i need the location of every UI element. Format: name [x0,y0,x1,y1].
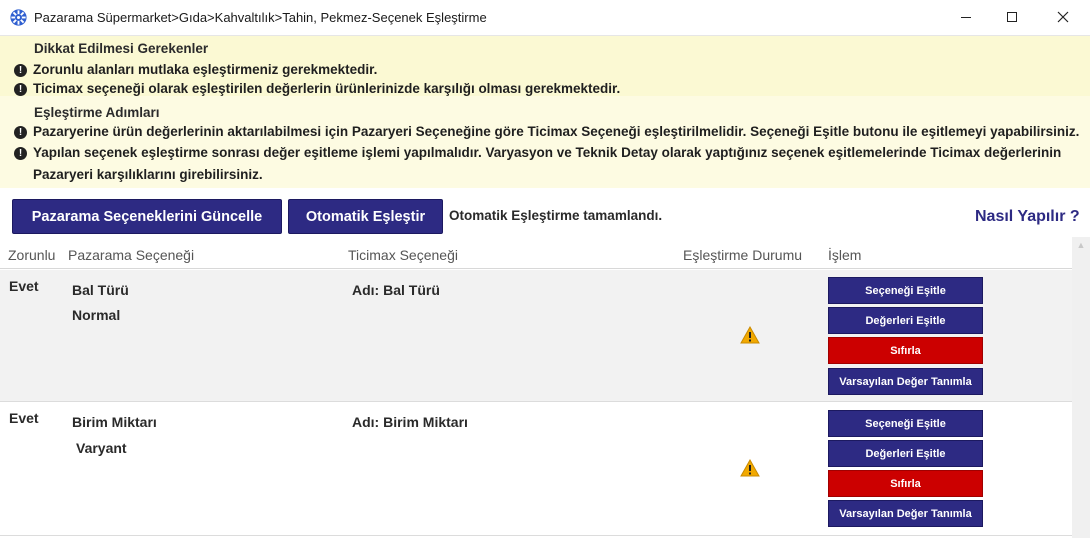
steps-notice: Eşleştirme Adımları ! Pazaryerine ürün d… [0,96,1090,188]
auto-match-button[interactable]: Otomatik Eşleştir [288,199,443,234]
maximize-icon [1007,12,1017,22]
ticimax-option: Adı: Bal Türü [352,282,440,298]
set-default-value-button[interactable]: Varsayılan Değer Tanımla [828,500,983,527]
warning-icon [740,459,760,477]
table-row: Evet Bal Türü Normal Adı: Bal Türü Seçen… [0,270,1072,402]
help-link[interactable]: Nasıl Yapılır ? [975,208,1080,226]
option-name: Bal Türü [72,282,129,298]
reset-button[interactable]: Sıfırla [828,470,983,497]
match-option-button[interactable]: Seçeneği Eşitle [828,277,983,304]
important-text: Zorunlu alanları mutlaka eşleştirmeniz g… [33,62,378,77]
match-option-button[interactable]: Seçeneği Eşitle [828,410,983,437]
exclamation-icon: ! [14,83,27,96]
table-row: Evet Birim Miktarı Varyant Adı: Birim Mi… [0,403,1072,536]
warning-icon [740,326,760,344]
column-header-ticimax-option: Ticimax Seçeneği [348,247,458,263]
important-line: ! Ticimax seçeneği olarak eşleştirilen d… [14,81,620,96]
minimize-icon [961,17,971,18]
important-line: ! Zorunlu alanları mutlaka eşleştirmeniz… [14,62,377,77]
exclamation-icon: ! [14,147,27,160]
steps-line: ! Pazaryerine ürün değerlerinin aktarıla… [14,124,1079,139]
table-header: Zorunlu Pazarama Seçeneği Ticimax Seçene… [0,241,1072,269]
steps-line: ! Yapılan seçenek eşleştirme sonrası değ… [14,142,1079,186]
exclamation-icon: ! [14,64,27,77]
column-header-pazarama-option: Pazarama Seçeneği [68,247,195,263]
scroll-up-icon[interactable]: ▲ [1072,237,1090,253]
column-header-action: İşlem [828,247,862,263]
option-name: Birim Miktarı [72,414,157,430]
option-type: Varyant [76,440,127,456]
vertical-scrollbar[interactable]: ▲ [1072,237,1090,538]
exclamation-icon: ! [14,126,27,139]
window-title: Pazarama Süpermarket>Gıda>Kahvaltılık>Ta… [34,10,487,25]
ticimax-option: Adı: Birim Miktarı [352,414,468,430]
maximize-button[interactable] [989,0,1035,34]
title-bar: Pazarama Süpermarket>Gıda>Kahvaltılık>Ta… [0,0,1090,36]
steps-heading: Eşleştirme Adımları [34,105,160,120]
reset-button[interactable]: Sıfırla [828,337,983,364]
close-icon [1057,11,1069,23]
minimize-button[interactable] [943,0,989,34]
required-value: Evet [9,410,39,426]
update-options-button[interactable]: Pazarama Seçeneklerini Güncelle [12,199,282,234]
steps-text: Yapılan seçenek eşleştirme sonrası değer… [33,145,1062,182]
match-values-button[interactable]: Değerleri Eşitle [828,307,983,334]
column-header-match-status: Eşleştirme Durumu [683,247,803,263]
close-button[interactable] [1040,0,1086,34]
set-default-value-button[interactable]: Varsayılan Değer Tanımla [828,368,983,395]
status-message: Otomatik Eşleştirme tamamlandı. [449,208,663,223]
important-text: Ticimax seçeneği olarak eşleştirilen değ… [33,81,621,96]
important-heading: Dikkat Edilmesi Gerekenler [34,41,209,56]
required-value: Evet [9,278,39,294]
option-type: Normal [72,307,121,323]
column-header-required: Zorunlu [8,247,56,263]
match-values-button[interactable]: Değerleri Eşitle [828,440,983,467]
steps-text: Pazaryerine ürün değerlerinin aktarılabi… [33,124,1080,139]
gear-icon [10,9,27,26]
important-notice: Dikkat Edilmesi Gerekenler ! Zorunlu ala… [0,36,1090,96]
